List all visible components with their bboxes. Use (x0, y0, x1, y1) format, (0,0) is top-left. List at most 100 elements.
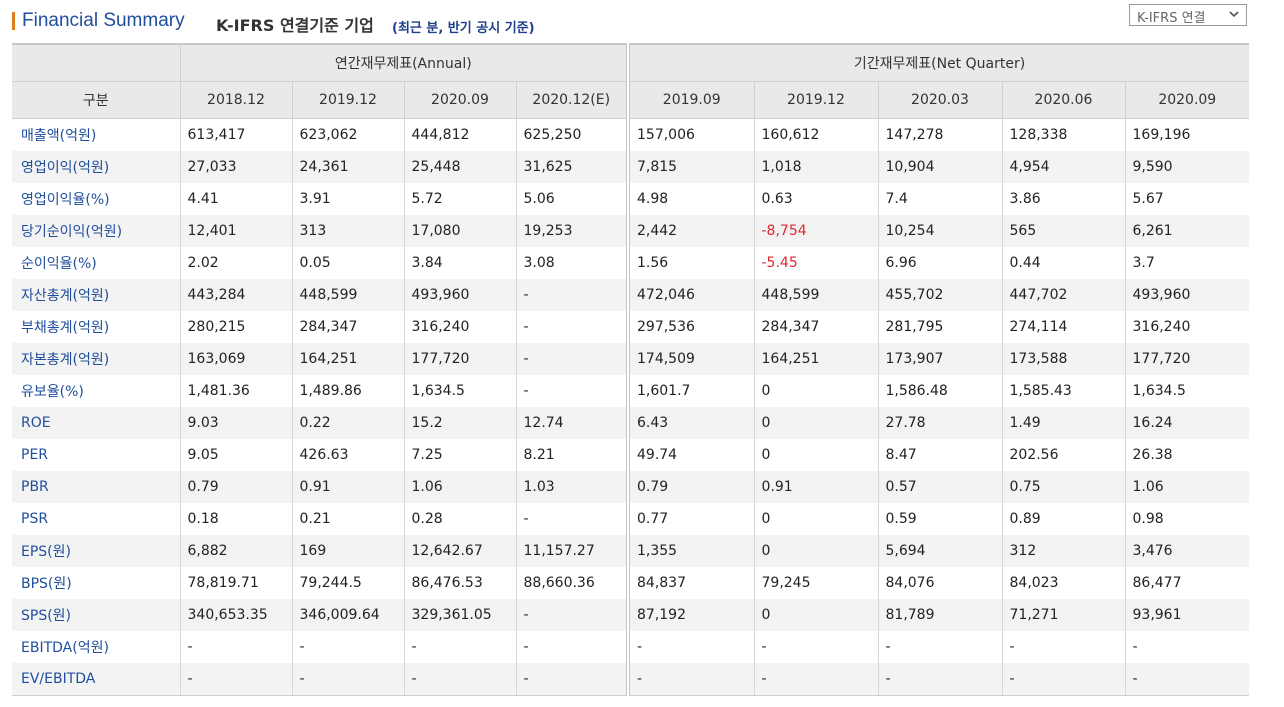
table-cell: 177,720 (403, 343, 516, 375)
table-cell: 81,789 (877, 599, 1002, 631)
table-cell: 0 (753, 535, 878, 567)
section-note: (최근 분, 반기 공시 기준) (392, 21, 535, 36)
table-cell: 15.2 (403, 407, 516, 439)
table-cell: 3.86 (1001, 183, 1125, 215)
row-label-link[interactable]: 순이익율(%) (12, 247, 180, 279)
table-cell: 0.28 (403, 503, 516, 535)
row-label-link[interactable]: ROE (12, 407, 180, 439)
table-cell: 27,033 (179, 151, 292, 183)
table-cell: - (1124, 631, 1250, 663)
title-accent-bar (12, 12, 15, 30)
table-cell: 1,601.7 (626, 375, 754, 407)
row-label-link[interactable]: 영업이익율(%) (12, 183, 180, 215)
table-cell: - (515, 375, 628, 407)
table-cell: 79,245 (753, 567, 878, 599)
table-cell: 0 (753, 439, 878, 471)
table-cell: - (626, 663, 754, 696)
table-cell: 173,588 (1001, 343, 1125, 375)
table-cell: 12,401 (179, 215, 292, 247)
chevron-down-icon (1229, 11, 1239, 18)
period-header: 2019.09 (626, 81, 754, 119)
table-cell: 1.56 (626, 247, 754, 279)
table-cell: 346,009.64 (291, 599, 404, 631)
table-cell: 312 (1001, 535, 1125, 567)
period-header: 2019.12 (753, 81, 878, 119)
table-cell: 1.03 (515, 471, 628, 503)
row-label-link[interactable]: 당기순이익(억원) (12, 215, 180, 247)
row-label-link[interactable]: EPS(원) (12, 535, 180, 567)
table-row: 자본총계(억원) 163,069 164,251 177,720-174,509 164… (12, 343, 1250, 375)
table-cell: 10,904 (877, 151, 1002, 183)
row-label-link[interactable]: PBR (12, 471, 180, 503)
table-cell: 26.38 (1124, 439, 1250, 471)
table-row: EV/EBITDA - - - - - - - - - (12, 663, 1250, 696)
table-cell: 164,251 (291, 343, 404, 375)
table-cell: 0.91 (753, 471, 878, 503)
row-label-link[interactable]: 유보율(%) (12, 375, 180, 407)
table-cell: 0.18 (179, 503, 292, 535)
table-cell: 164,251 (753, 343, 878, 375)
row-label-link[interactable]: BPS(원) (12, 567, 180, 599)
table-cell: 6,882 (179, 535, 292, 567)
table-cell: - (515, 663, 628, 696)
table-cell: 16.24 (1124, 407, 1250, 439)
table-cell: - (877, 663, 1002, 696)
table-cell: 84,837 (626, 567, 754, 599)
table-cell: 329,361.05 (403, 599, 516, 631)
table-row: EPS(원) 6,882 169 12,642.67 11,157.27 1,355 0 5,… (12, 535, 1250, 567)
row-label-link[interactable]: SPS(원) (12, 599, 180, 631)
table-cell: 0.79 (179, 471, 292, 503)
table-cell: 86,476.53 (403, 567, 516, 599)
table-cell: - (515, 631, 628, 663)
table-row: 매출액(억원) 613,417 623,062 444,812 625,250 157,0… (12, 118, 1250, 152)
section-subtitle: K-IFRS 연결기준 기업 (216, 16, 374, 35)
row-label-link[interactable]: EBITDA(억원) (12, 631, 180, 663)
row-label-link[interactable]: PER (12, 439, 180, 471)
table-cell: - (626, 631, 754, 663)
table-cell: 3.91 (291, 183, 404, 215)
table-row: 유보율(%) 1,481.36 1,489.86 1,634.5-1,601.7 0 1,… (12, 375, 1250, 407)
table-cell: 6.43 (626, 407, 754, 439)
table-cell: 84,023 (1001, 567, 1125, 599)
row-label-link[interactable]: 부채총계(억원) (12, 311, 180, 343)
financial-summary-table: 연간재무제표(Annual) 기간재무제표(Net Quarter) 구분 20… (12, 43, 1250, 696)
table-cell: - (515, 279, 628, 311)
table-cell: 88,660.36 (515, 567, 628, 599)
table-row: 순이익율(%) 2.02 0.05 3.84 3.08 1.56 -5.45 6.96 0.44… (12, 247, 1250, 279)
row-label-link[interactable]: 자본총계(억원) (12, 343, 180, 375)
accounting-standard-select[interactable]: K-IFRS 연결 (1129, 4, 1247, 26)
table-cell: - (403, 631, 516, 663)
corner-label: 구분 (12, 81, 180, 119)
table-cell: 448,599 (291, 279, 404, 311)
table-cell: 472,046 (626, 279, 754, 311)
table-cell: 160,612 (753, 118, 878, 151)
table-cell: 1,018 (753, 151, 878, 183)
table-cell: 147,278 (877, 118, 1002, 151)
table-cell: 493,960 (403, 279, 516, 311)
table-cell: 4.98 (626, 183, 754, 215)
financial-summary-header: Financial Summary K-IFRS 연결기준 기업 (최근 분, … (12, 4, 1272, 36)
period-header: 2018.12 (179, 81, 292, 119)
table-cell: 31,625 (515, 151, 628, 183)
table-cell: 4.41 (179, 183, 292, 215)
table-cell: 8.47 (877, 439, 1002, 471)
table-cell: 9.05 (179, 439, 292, 471)
row-label-link[interactable]: 매출액(억원) (12, 119, 180, 152)
row-label-link[interactable]: 자산총계(억원) (12, 279, 180, 311)
table-cell: 426.63 (291, 439, 404, 471)
table-cell: 9,590 (1124, 151, 1250, 183)
table-cell: 0.44 (1001, 247, 1125, 279)
table-cell: - (1001, 663, 1125, 696)
table-cell: -8,754 (753, 215, 878, 247)
table-cell: 1,481.36 (179, 375, 292, 407)
row-label-link[interactable]: EV/EBITDA (12, 663, 180, 696)
table-cell: 1.06 (1124, 471, 1250, 503)
table-cell: 1,355 (626, 535, 754, 567)
row-label-link[interactable]: 영업이익(억원) (12, 151, 180, 183)
table-cell: 0.89 (1001, 503, 1125, 535)
table-cell: 87,192 (626, 599, 754, 631)
table-cell: 1.49 (1001, 407, 1125, 439)
row-label-link[interactable]: PSR (12, 503, 180, 535)
table-cell: 340,653.35 (179, 599, 292, 631)
table-cell: 49.74 (626, 439, 754, 471)
